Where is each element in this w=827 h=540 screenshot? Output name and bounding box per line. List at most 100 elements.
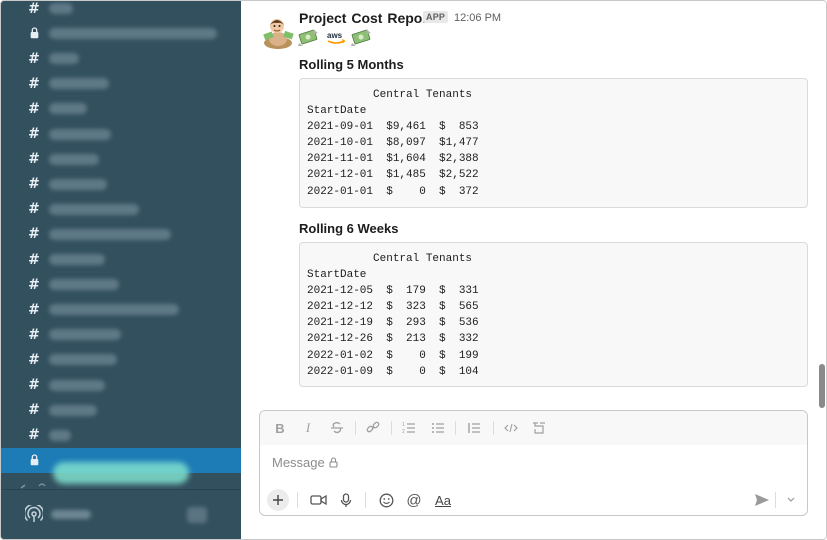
code-text-weeks: Central Tenants StartDate 2021-12-05 $ 1… — [307, 253, 479, 378]
toolbar-divider — [391, 421, 392, 435]
emoji-icon[interactable] — [375, 489, 397, 511]
channel-name-blurred — [49, 178, 107, 190]
sidebar-channel[interactable]: # — [1, 197, 241, 222]
ordered-list-button[interactable]: 12 — [400, 420, 418, 436]
hash-icon: # — [28, 351, 40, 368]
bold-button[interactable]: B — [272, 420, 288, 436]
microphone-icon[interactable] — [335, 489, 357, 511]
chevron-down-icon[interactable] — [780, 489, 802, 511]
hash-icon: # — [28, 100, 40, 117]
channel-name-blurred — [49, 78, 109, 90]
section-title-weeks: Rolling 6 Weeks — [299, 221, 399, 236]
hash-icon: # — [28, 75, 40, 92]
sidebar-channel[interactable]: # — [1, 398, 241, 423]
app-window: # # # # # # # # # # # # # # # # # Projec… — [0, 0, 827, 540]
channel-name-blurred — [49, 429, 71, 441]
aws-icon: aws — [325, 30, 347, 50]
code-text-months: Central Tenants StartDate 2021-09-01 $9,… — [307, 89, 479, 198]
composer-actions: @ Aa — [260, 485, 807, 515]
channel-name-blurred — [49, 228, 171, 240]
sidebar-channel[interactable]: # — [1, 247, 241, 272]
hash-icon: # — [28, 126, 40, 142]
plus-icon[interactable] — [267, 489, 289, 511]
money-icon — [351, 27, 373, 47]
huddle-label-blurred — [51, 510, 91, 519]
italic-button[interactable]: I — [300, 420, 316, 436]
hash-icon: # — [28, 402, 40, 419]
lock-icon — [30, 454, 39, 466]
message-composer: B I 12 Message @ Aa — [259, 410, 808, 516]
channel-name-blurred — [49, 304, 179, 316]
sidebar-channel[interactable]: # — [1, 172, 241, 197]
sidebar-channel[interactable]: # — [1, 423, 241, 448]
video-icon[interactable] — [307, 489, 329, 511]
section-title-months: Rolling 5 Months — [299, 57, 404, 72]
code-button[interactable] — [502, 420, 520, 436]
bulleted-list-button[interactable] — [429, 420, 447, 436]
channel-name-blurred — [49, 103, 87, 115]
link-button[interactable] — [364, 420, 382, 436]
sidebar-channel[interactable]: # — [1, 122, 241, 147]
sidebar-scroll-edge — [1, 477, 241, 489]
hash-icon: # — [28, 427, 40, 444]
sidebar: # # # # # # # # # # # # # # # # # — [1, 1, 241, 539]
sidebar-channel[interactable]: # — [1, 96, 241, 121]
message-input[interactable]: Message — [272, 455, 338, 470]
svg-text:2: 2 — [402, 429, 405, 435]
huddle-bar[interactable] — [1, 489, 241, 539]
channel-name-blurred — [49, 279, 119, 291]
sidebar-channel[interactable]: # — [1, 46, 241, 71]
message-placeholder: Message — [272, 455, 325, 470]
sidebar-channel[interactable]: # — [1, 222, 241, 247]
sidebar-channel[interactable]: # — [1, 347, 241, 372]
hash-icon: # — [28, 151, 40, 168]
hash-icon: # — [28, 176, 40, 193]
channel-name-blurred — [49, 254, 105, 265]
toolbar-divider — [493, 421, 494, 435]
hash-icon: # — [28, 377, 40, 393]
toolbar-divider — [297, 492, 298, 508]
send-icon[interactable] — [751, 489, 773, 511]
lock-icon — [329, 457, 338, 468]
svg-text:aws: aws — [327, 31, 343, 40]
sidebar-channel[interactable]: # — [1, 373, 241, 398]
sidebar-channel[interactable]: # — [1, 322, 241, 347]
money-icon — [298, 27, 320, 47]
channel-name-blurred — [49, 28, 217, 40]
message-pane: Project Cost Report APP 12:06 PM aws Rol… — [241, 1, 826, 539]
hash-icon: # — [28, 326, 40, 343]
huddle-icon[interactable] — [25, 505, 43, 523]
sender-name[interactable]: Project Cost Report — [299, 10, 432, 26]
sidebar-channel[interactable]: # — [1, 1, 241, 21]
format-toggle-label: Aa — [435, 492, 451, 508]
channel-name-blurred — [49, 329, 121, 341]
channel-name-blurred — [49, 53, 79, 65]
format-toggle-button[interactable]: Aa — [432, 489, 454, 511]
sidebar-channel[interactable] — [1, 21, 241, 46]
hash-icon: # — [28, 201, 40, 218]
blockquote-button[interactable] — [465, 420, 483, 436]
channel-name-blurred — [49, 3, 73, 14]
code-block-button[interactable] — [530, 420, 548, 436]
mention-icon[interactable]: @ — [403, 489, 425, 511]
hash-icon: # — [28, 251, 40, 268]
lock-icon — [30, 27, 39, 39]
toolbar-divider — [365, 492, 366, 508]
channel-name-blurred — [49, 379, 105, 391]
hash-icon: # — [28, 301, 40, 318]
scrollbar-thumb[interactable] — [819, 364, 825, 408]
app-badge: APP — [423, 11, 449, 23]
strikethrough-button[interactable] — [328, 420, 346, 436]
sidebar-channel[interactable]: # — [1, 297, 241, 322]
message-timestamp[interactable]: 12:06 PM — [454, 12, 501, 24]
sidebar-channel[interactable]: # — [1, 71, 241, 96]
channel-name-blurred — [49, 404, 97, 416]
channel-name-blurred — [49, 153, 99, 165]
hash-icon: # — [28, 226, 40, 243]
bot-avatar[interactable] — [260, 13, 296, 49]
huddle-button-blurred[interactable] — [187, 507, 207, 523]
sidebar-channel[interactable]: # — [1, 272, 241, 297]
toolbar-divider — [775, 492, 776, 508]
sidebar-channel[interactable]: # — [1, 147, 241, 172]
code-block-weeks: Central Tenants StartDate 2021-12-05 $ 1… — [299, 242, 808, 387]
